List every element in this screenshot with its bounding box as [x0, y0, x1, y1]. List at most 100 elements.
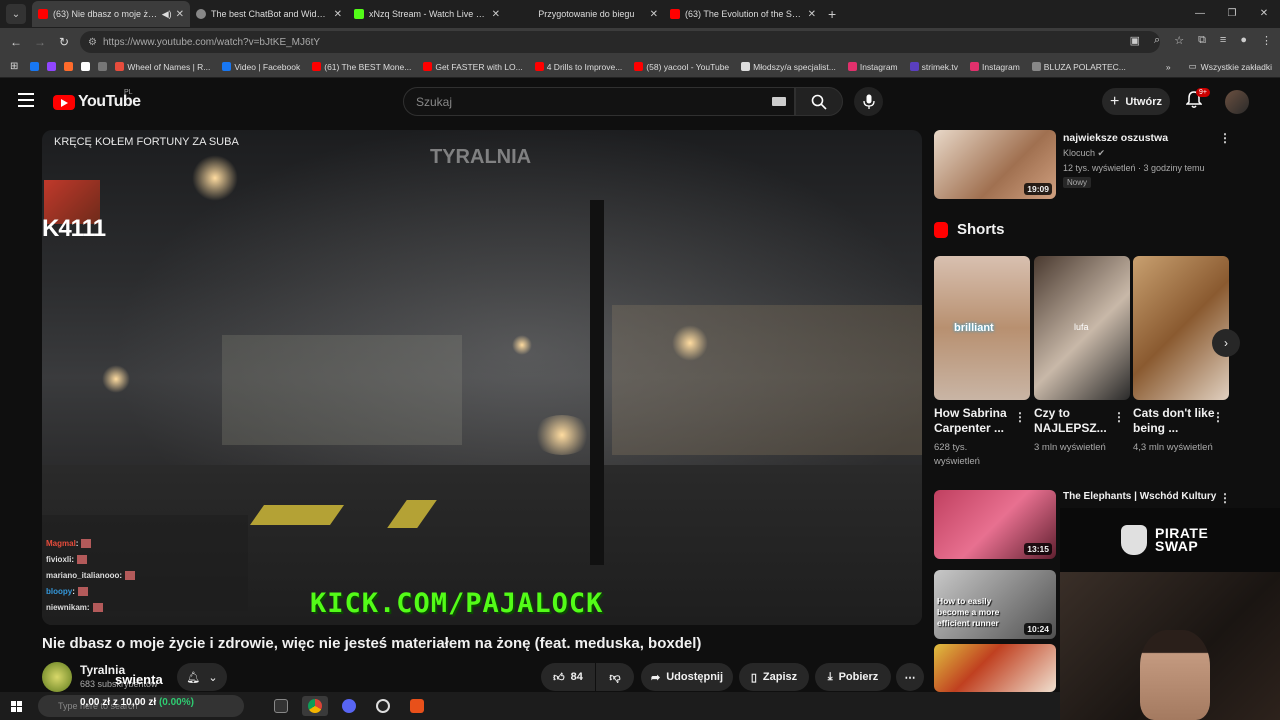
- apps-grid-icon[interactable]: ⊞: [10, 61, 18, 72]
- account-avatar[interactable]: [1225, 90, 1249, 114]
- reload-icon[interactable]: ↻: [52, 35, 76, 49]
- search-button[interactable]: [795, 87, 843, 116]
- forward-icon[interactable]: →: [28, 35, 52, 49]
- obs-app-icon[interactable]: [370, 696, 396, 716]
- bookmark-star-icon[interactable]: ☆: [1174, 34, 1184, 47]
- sidebar-video-title[interactable]: najwieksze oszustwa: [1063, 132, 1168, 144]
- shorts-next-button[interactable]: ›: [1212, 329, 1240, 357]
- sidebar-video-thumbnail[interactable]: 13:15: [934, 490, 1056, 559]
- extensions-icon[interactable]: ⧉: [1198, 34, 1206, 47]
- search-icon: [811, 94, 827, 110]
- tab-chatbot[interactable]: The best ChatBot and Widgets ✕: [190, 1, 348, 27]
- menu-icon[interactable]: ⋮: [1261, 34, 1272, 47]
- donation-goal-overlay: 0,00 zł z 10,00 zł (0.00%): [80, 697, 194, 708]
- short-title[interactable]: How Sabrina Carpenter ...: [934, 406, 1020, 436]
- short-menu-icon[interactable]: ⋮: [1014, 410, 1026, 424]
- orange-app-icon[interactable]: [404, 696, 430, 716]
- tab-youtube-video[interactable]: (63) Nie dbasz o moje życie ◀) ✕: [32, 1, 190, 27]
- bookmark-item[interactable]: BLUZA POLARTEC...: [1031, 62, 1126, 72]
- tab-evolution-sun[interactable]: (63) The Evolution of the Sun in ✕: [664, 1, 822, 27]
- share-button[interactable]: ➦ Udostępnij: [641, 663, 733, 691]
- reading-list-icon[interactable]: ≡: [1220, 34, 1226, 47]
- close-tab-icon[interactable]: ✕: [176, 9, 184, 20]
- windows-start-icon[interactable]: [0, 700, 32, 712]
- all-bookmarks[interactable]: » ▭ Wszystkie zakładki: [1166, 61, 1272, 72]
- bookmark-item[interactable]: Instagram: [847, 62, 898, 72]
- chrome-app-icon[interactable]: [302, 696, 328, 716]
- sidebar-video-thumbnail[interactable]: How to easily become a more efficient ru…: [934, 570, 1056, 639]
- close-tab-icon[interactable]: ✕: [650, 9, 658, 20]
- sidebar-video-channel[interactable]: Klocuch ✔: [1063, 148, 1105, 159]
- short-thumbnail[interactable]: [1133, 256, 1229, 400]
- video-player[interactable]: KRĘCĘ KOŁEM FORTUNY ZA SUBA TYRALNIA K41…: [42, 130, 922, 625]
- thumbs-down-icon: 👎︎: [609, 671, 621, 684]
- subscription-bell-button[interactable]: 🔔︎ ⌄: [177, 663, 227, 691]
- zoom-icon[interactable]: ⌕: [1154, 34, 1160, 47]
- dislike-button[interactable]: 👎︎: [596, 663, 634, 691]
- bookmark-item[interactable]: Video | Facebook: [222, 62, 300, 72]
- chevron-down-icon: ⌄: [208, 671, 218, 684]
- bookmark-item[interactable]: Get FASTER with LO...: [423, 62, 523, 72]
- bookmark-favicon-icon: [909, 62, 919, 71]
- close-tab-icon[interactable]: ✕: [492, 9, 500, 20]
- discord-app-icon[interactable]: [336, 696, 362, 716]
- sidebar-video-thumbnail[interactable]: 19:09: [934, 130, 1056, 199]
- download-button[interactable]: ⤓ Pobierz: [815, 663, 891, 691]
- save-button[interactable]: ▯ Zapisz: [739, 663, 809, 691]
- search-input[interactable]: Szukaj: [403, 87, 795, 116]
- tab-kick-stream[interactable]: xNzq Stream - Watch Live on K ✕: [348, 1, 506, 27]
- chat-emote-icon: [77, 554, 88, 564]
- restore-icon[interactable]: ❐: [1216, 0, 1248, 28]
- voice-search-button[interactable]: [854, 87, 883, 116]
- bookmark-item[interactable]: [30, 62, 42, 71]
- bookmark-item[interactable]: (58) yacool - YouTube: [634, 62, 729, 72]
- more-actions-button[interactable]: ⋯: [896, 663, 924, 691]
- short-menu-icon[interactable]: ⋮: [1113, 410, 1125, 424]
- plus-icon: +: [1109, 92, 1120, 110]
- short-menu-icon[interactable]: ⋮: [1212, 410, 1224, 424]
- chevron-right-icon[interactable]: »: [1166, 62, 1171, 72]
- street-lamp: [102, 365, 130, 393]
- close-tab-icon[interactable]: ✕: [334, 9, 342, 20]
- sidebar-video-title[interactable]: The Elephants | Wschód Kultury: [1063, 491, 1216, 502]
- bookmark-item[interactable]: strimek.tv: [909, 62, 958, 72]
- url-field[interactable]: ⚙ https://www.youtube.com/watch?v=bJtKE_…: [80, 31, 1160, 53]
- tab-search-button[interactable]: ⌄: [6, 4, 26, 24]
- minimize-icon[interactable]: —: [1184, 0, 1216, 28]
- video-menu-icon[interactable]: ⋮: [1219, 491, 1231, 505]
- terminal-app-icon[interactable]: [268, 696, 294, 716]
- close-window-icon[interactable]: ✕: [1248, 0, 1280, 28]
- tab-title: The best ChatBot and Widgets: [211, 9, 330, 19]
- sidebar-video-thumbnail[interactable]: [934, 644, 1056, 692]
- youtube-logo[interactable]: YouTube PL: [53, 89, 141, 111]
- bookmark-item[interactable]: Wheel of Names | R...: [115, 62, 210, 72]
- chat-row-cut: [46, 519, 244, 535]
- create-button[interactable]: + Utwórz: [1102, 88, 1170, 115]
- short-title[interactable]: Cats don't like being ...: [1133, 406, 1219, 436]
- keyboard-icon[interactable]: [772, 97, 786, 106]
- cast-icon[interactable]: ▣: [1130, 34, 1140, 47]
- bookmark-item[interactable]: (61) The BEST Mone...: [312, 62, 411, 72]
- profile-icon[interactable]: ●: [1240, 34, 1247, 47]
- close-tab-icon[interactable]: ✕: [808, 9, 816, 20]
- short-thumbnail[interactable]: brilliant: [934, 256, 1030, 400]
- new-tab-button[interactable]: +: [828, 6, 836, 22]
- bookmark-item[interactable]: [47, 62, 59, 71]
- bookmark-item[interactable]: Młodszy/a specjalist...: [741, 62, 836, 72]
- bookmark-item[interactable]: Instagram: [970, 62, 1020, 72]
- window-controls: — ❐ ✕: [1184, 0, 1280, 28]
- like-button[interactable]: 👍︎ 84: [541, 663, 595, 691]
- search-placeholder: Szukaj: [416, 94, 453, 109]
- bookmark-item[interactable]: 4 Drills to Improve...: [534, 62, 622, 72]
- bookmark-item[interactable]: [98, 62, 110, 71]
- back-icon[interactable]: ←: [4, 35, 28, 49]
- short-title[interactable]: Czy to NAJLEPSZ...: [1034, 406, 1120, 436]
- tab-przygotowanie[interactable]: Przygotowanie do biegu ✕: [506, 1, 664, 27]
- channel-avatar[interactable]: [42, 662, 72, 692]
- bookmark-item[interactable]: [64, 62, 76, 71]
- guide-menu-icon[interactable]: [18, 93, 34, 107]
- video-menu-icon[interactable]: ⋮: [1219, 131, 1231, 145]
- site-info-icon[interactable]: ⚙: [88, 37, 97, 48]
- bookmark-item[interactable]: [81, 62, 93, 71]
- short-thumbnail[interactable]: lufa: [1034, 256, 1130, 400]
